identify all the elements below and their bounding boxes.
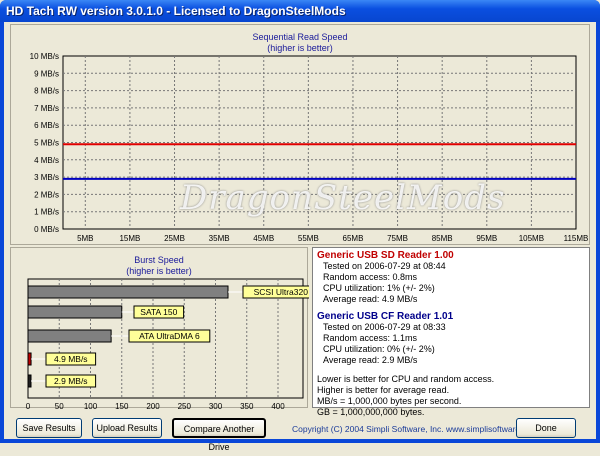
tested-date: Tested on 2006-07-29 at 08:33 <box>317 322 585 333</box>
x-tick-label: 400 <box>271 402 285 409</box>
y-tick-label: 2 MB/s <box>34 190 59 199</box>
copyright-link[interactable]: Copyright (C) 2004 Simpli Software, Inc.… <box>292 424 539 434</box>
done-button[interactable]: Done <box>516 418 576 438</box>
window-title: HD Tach RW version 3.0.1.0 - Licensed to… <box>6 4 346 18</box>
results-info-panel: Generic USB SD Reader 1.00 Tested on 200… <box>312 247 590 408</box>
random-access: Random access: 0.8ms <box>317 272 585 283</box>
y-tick-label: 0 MB/s <box>34 225 59 234</box>
bar-label: 2.9 MB/s <box>54 376 88 386</box>
bar-label: 4.9 MB/s <box>54 354 88 364</box>
note: GB = 1,000,000,000 bytes. <box>317 407 585 418</box>
y-tick-label: 9 MB/s <box>34 69 59 78</box>
y-tick-label: 10 MB/s <box>30 52 59 61</box>
x-tick-label: 105MB <box>519 234 544 243</box>
x-tick-label: 150 <box>115 402 129 409</box>
compare-another-drive-button[interactable]: Compare Another Drive <box>172 418 266 438</box>
x-tick-label: 35MB <box>209 234 230 243</box>
x-tick-label: 200 <box>146 402 160 409</box>
x-tick-label: 250 <box>178 402 192 409</box>
x-tick-label: 45MB <box>253 234 274 243</box>
x-tick-label: 350 <box>240 402 254 409</box>
cpu-utilization: CPU utilization: 1% (+/- 2%) <box>317 283 585 294</box>
bar-label: SATA 150 <box>140 307 177 317</box>
bar <box>28 330 111 342</box>
bar <box>28 306 122 318</box>
bar <box>28 353 31 365</box>
x-tick-label: 300 <box>209 402 223 409</box>
burst-speed-panel: Burst Speed (higher is better) 050100150… <box>10 247 308 408</box>
y-tick-label: 6 MB/s <box>34 121 59 130</box>
upload-results-button[interactable]: Upload Results <box>92 418 162 438</box>
x-tick-label: 50 <box>55 402 64 409</box>
y-tick-label: 4 MB/s <box>34 156 59 165</box>
x-tick-label: 15MB <box>119 234 140 243</box>
y-tick-label: 8 MB/s <box>34 87 59 96</box>
drive-result: Generic USB SD Reader 1.00 Tested on 200… <box>317 250 585 305</box>
x-tick-label: 55MB <box>298 234 319 243</box>
app-window: HD Tach RW version 3.0.1.0 - Licensed to… <box>0 0 600 443</box>
note: Lower is better for CPU and random acces… <box>317 374 585 385</box>
client-area: Sequential Read Speed (higher is better)… <box>4 22 596 439</box>
x-tick-label: 0 <box>26 402 31 409</box>
bar <box>28 375 31 387</box>
title-bar[interactable]: HD Tach RW version 3.0.1.0 - Licensed to… <box>0 0 600 22</box>
x-tick-label: 115MB <box>564 234 589 243</box>
x-tick-label: 95MB <box>476 234 497 243</box>
average-read: Average read: 4.9 MB/s <box>317 294 585 305</box>
y-tick-label: 1 MB/s <box>34 208 59 217</box>
x-tick-label: 100 <box>84 402 98 409</box>
y-tick-label: 3 MB/s <box>34 173 59 182</box>
drive-name: Generic USB CF Reader 1.01 <box>317 311 585 322</box>
random-access: Random access: 1.1ms <box>317 333 585 344</box>
bar-label: ATA UltraDMA 6 <box>139 331 200 341</box>
x-tick-label: 5MB <box>77 234 93 243</box>
x-tick-label: 85MB <box>432 234 453 243</box>
drive-name: Generic USB SD Reader 1.00 <box>317 250 585 261</box>
cpu-utilization: CPU utilization: 0% (+/- 2%) <box>317 344 585 355</box>
bar-label: SCSI Ultra320 <box>254 287 309 297</box>
burst-speed-chart: 0 50 100 150 200 250 300 350 400 SCSI Ultra320 SAT… <box>11 248 309 409</box>
x-tick-label: 75MB <box>387 234 408 243</box>
x-tick-label: 65MB <box>343 234 364 243</box>
note: MB/s = 1,000,000 bytes per second. <box>317 396 585 407</box>
note: Higher is better for average read. <box>317 385 585 396</box>
drive-result: Generic USB CF Reader 1.01 Tested on 200… <box>317 311 585 366</box>
watermark: DragonSteelMods <box>180 178 505 218</box>
notes: Lower is better for CPU and random acces… <box>317 374 585 418</box>
average-read: Average read: 2.9 MB/s <box>317 355 585 366</box>
y-tick-label: 7 MB/s <box>34 104 59 113</box>
x-tick-label: 25MB <box>164 234 185 243</box>
tested-date: Tested on 2006-07-29 at 08:44 <box>317 261 585 272</box>
bar <box>28 286 228 298</box>
y-tick-label: 5 MB/s <box>34 139 59 148</box>
save-results-button[interactable]: Save Results <box>16 418 82 438</box>
